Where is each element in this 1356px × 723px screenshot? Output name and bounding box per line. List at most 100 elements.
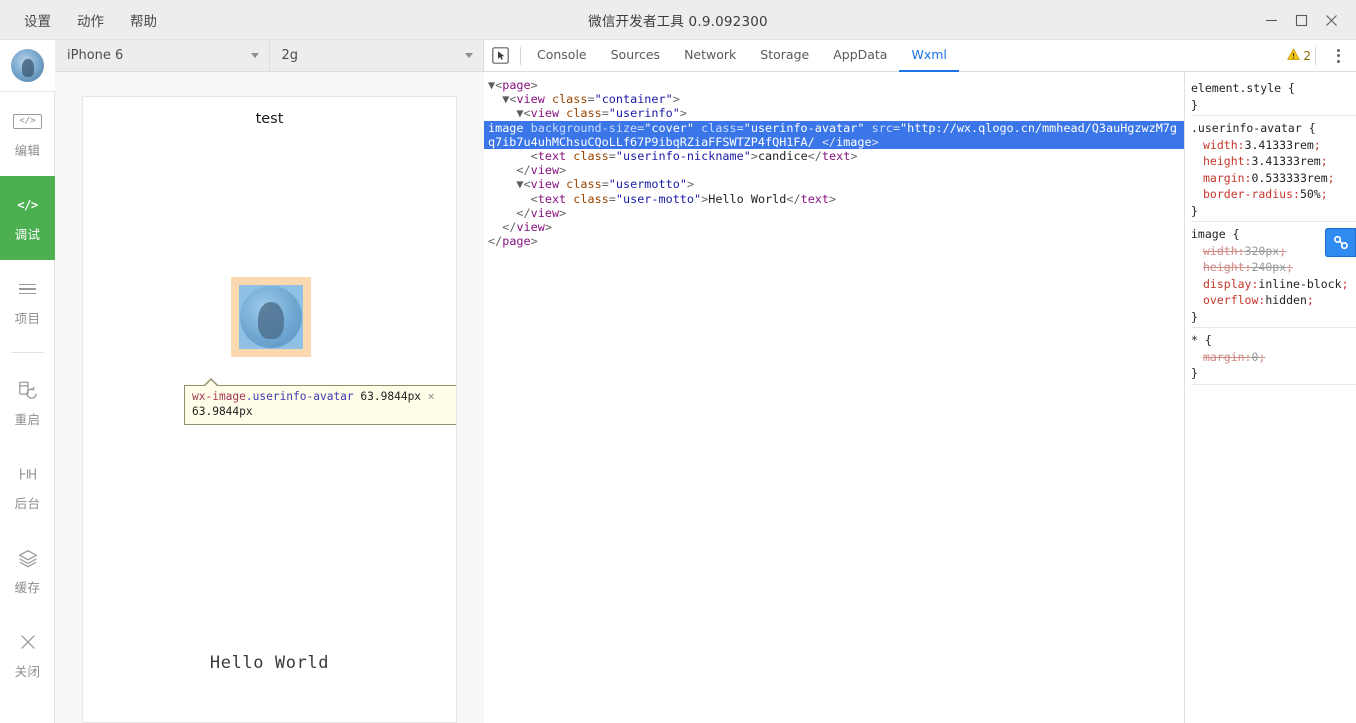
rail-item-debug[interactable]: </> 调试 xyxy=(0,176,55,260)
dom-node-image-selected[interactable]: image background-size="cover" class="use… xyxy=(484,120,1184,150)
tabbar-right-group: 2 xyxy=(1287,40,1356,72)
tooltip-class: .userinfo-avatar xyxy=(245,390,354,403)
rail-item-project-label: 项目 xyxy=(14,311,41,326)
title-bar: 设置 动作 帮助 微信开发者工具 0.9.092300 xyxy=(0,0,1356,40)
close-icon[interactable] xyxy=(1316,0,1346,40)
warning-count: 2 xyxy=(1303,48,1311,63)
toolbar-divider-2 xyxy=(1315,46,1316,65)
user-avatar-button[interactable] xyxy=(0,40,55,92)
wxml-dom-tree: ▼<page> ▼<view class="container"> ▼<view… xyxy=(484,72,1184,723)
tab-network[interactable]: Network xyxy=(672,40,748,72)
tab-storage[interactable]: Storage xyxy=(748,40,821,72)
style-prop-overridden[interactable]: height:240px; xyxy=(1191,259,1356,276)
dom-node-text-nickname[interactable]: <text class="userinfo-nickname">candice<… xyxy=(484,149,1184,163)
device-select[interactable]: iPhone 6 xyxy=(55,39,270,72)
menu-item-help[interactable]: 帮助 xyxy=(130,10,157,30)
code-box-icon: </> xyxy=(13,109,42,133)
devtools-tabbar: Console Sources Network Storage AppData … xyxy=(484,40,1356,72)
style-rule-userinfo-avatar[interactable]: .userinfo-avatar { width:3.41333rem; hei… xyxy=(1191,120,1356,222)
menu-item-actions[interactable]: 动作 xyxy=(77,10,104,30)
dom-node-page-close[interactable]: </page> xyxy=(484,234,1184,248)
device-select-value: iPhone 6 xyxy=(67,48,124,63)
window-controls xyxy=(1256,0,1346,40)
tab-console[interactable]: Console xyxy=(525,40,599,72)
tooltip-tag: wx-image xyxy=(192,390,246,403)
rail-item-edit[interactable]: </> 编辑 xyxy=(0,92,55,176)
warning-indicator[interactable]: 2 xyxy=(1287,48,1311,64)
simulator-toolbar: iPhone 6 2g xyxy=(55,39,484,72)
tab-appdata[interactable]: AppData xyxy=(821,40,899,72)
restart-icon xyxy=(17,378,39,402)
app-root: 设置 动作 帮助 微信开发者工具 0.9.092300 </> 编辑 </> 调… xyxy=(0,0,1356,723)
rail-item-restart[interactable]: 重启 xyxy=(0,361,55,445)
rail-item-close[interactable]: 关闭 xyxy=(0,613,55,697)
style-rule-close: } xyxy=(1191,366,1198,380)
close-x-icon xyxy=(17,630,39,654)
style-rule-universal[interactable]: * { margin:0; } xyxy=(1191,332,1356,385)
window-title: 微信开发者工具 0.9.092300 xyxy=(588,14,768,30)
list-icon xyxy=(19,277,36,301)
menu-bar: 设置 动作 帮助 xyxy=(24,0,157,40)
layers-icon xyxy=(17,546,39,570)
rail-item-edit-label: 编辑 xyxy=(14,143,41,158)
style-selector: * { xyxy=(1191,333,1212,347)
left-rail: </> 编辑 </> 调试 项目 重启 后台 缓存 关闭 xyxy=(0,40,55,723)
rail-item-list: </> 编辑 </> 调试 项目 重启 后台 缓存 关闭 xyxy=(0,92,55,697)
dom-node-view-usermotto[interactable]: ▼<view class="usermotto"> xyxy=(484,177,1184,191)
tooltip-width: 63.9844px xyxy=(360,390,422,403)
page-title: test xyxy=(83,97,456,141)
rail-item-project[interactable]: 项目 xyxy=(0,260,55,344)
dom-node-view-userinfo[interactable]: ▼<view class="userinfo"> xyxy=(484,106,1184,120)
dom-node-page-open[interactable]: ▼<page> xyxy=(484,78,1184,92)
userinfo-avatar-image[interactable] xyxy=(239,285,303,349)
rail-item-debug-label: 调试 xyxy=(14,227,41,242)
style-prop[interactable]: margin:0.533333rem; xyxy=(1191,170,1356,187)
style-rule-element-style[interactable]: element.style { } xyxy=(1191,80,1356,116)
dom-node-view-container-close[interactable]: </view> xyxy=(484,220,1184,234)
rail-item-background-label: 后台 xyxy=(14,496,41,511)
page-body: wx-image.userinfo-avatar 63.9844px × 63.… xyxy=(83,141,456,722)
dom-node-view-userinfo-close[interactable]: </view> xyxy=(484,163,1184,177)
avatar xyxy=(11,49,44,82)
rail-item-restart-label: 重启 xyxy=(14,412,41,427)
maximize-icon[interactable] xyxy=(1286,0,1316,40)
chevron-down-icon xyxy=(250,53,259,58)
inspected-element-highlight xyxy=(231,277,311,357)
network-select[interactable]: 2g xyxy=(270,39,484,72)
dom-node-view-usermotto-close[interactable]: </view> xyxy=(484,206,1184,220)
warning-triangle-icon xyxy=(1287,48,1301,64)
chevron-down-icon xyxy=(465,53,473,58)
style-prop[interactable]: width:3.41333rem; xyxy=(1191,137,1356,154)
tooltip-separator: × xyxy=(427,390,435,403)
rail-item-cache[interactable]: 缓存 xyxy=(0,529,55,613)
rail-item-background[interactable]: 后台 xyxy=(0,445,55,529)
tab-sources[interactable]: Sources xyxy=(599,40,672,72)
style-prop[interactable]: display:inline-block; xyxy=(1191,276,1356,293)
image-color-badge-icon[interactable] xyxy=(1325,228,1356,257)
phone-frame: test wx-image.userinfo-avatar 63.9844px … xyxy=(82,96,457,723)
kebab-menu-icon[interactable] xyxy=(1328,40,1348,72)
style-prop[interactable]: height:3.41333rem; xyxy=(1191,153,1356,170)
tab-list: Console Sources Network Storage AppData … xyxy=(525,40,959,72)
rail-item-close-label: 关闭 xyxy=(14,664,41,679)
rail-item-cache-label: 缓存 xyxy=(14,580,41,595)
dom-node-text-motto[interactable]: <text class="user-motto">Hello World</te… xyxy=(484,192,1184,206)
style-prop-overridden[interactable]: margin:0; xyxy=(1191,349,1356,366)
rail-divider xyxy=(11,352,44,353)
style-rule-close: } xyxy=(1191,97,1198,112)
background-icon xyxy=(17,462,39,486)
menu-item-settings[interactable]: 设置 xyxy=(24,10,51,30)
style-prop[interactable]: border-radius:50%; xyxy=(1191,186,1356,203)
tooltip-height: 63.9844px xyxy=(192,404,253,418)
tab-wxml[interactable]: Wxml xyxy=(899,40,959,72)
minimize-icon[interactable] xyxy=(1256,0,1286,40)
element-picker-icon[interactable] xyxy=(484,40,516,72)
style-prop[interactable]: overflow:hidden; xyxy=(1191,292,1356,309)
style-selector: element.style { xyxy=(1191,81,1295,95)
style-rule-close: } xyxy=(1191,203,1198,218)
code-icon: </> xyxy=(17,198,38,212)
style-selector: .userinfo-avatar { xyxy=(1191,121,1316,135)
style-rule-close: } xyxy=(1191,309,1198,324)
inspect-tooltip: wx-image.userinfo-avatar 63.9844px × 63.… xyxy=(184,378,456,425)
dom-node-view-container[interactable]: ▼<view class="container"> xyxy=(484,92,1184,106)
